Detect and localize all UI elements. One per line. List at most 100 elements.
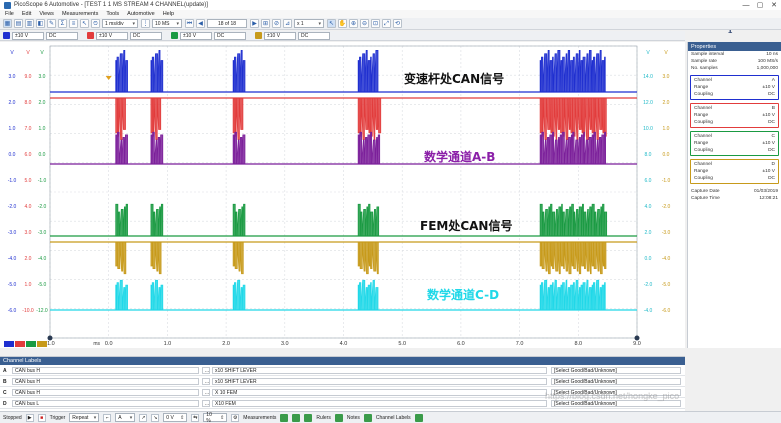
y-tick-label: -5.0: [662, 282, 671, 288]
samples-select[interactable]: 10 MS ▾: [152, 19, 182, 28]
zoom-region-icon[interactable]: ⊡: [371, 19, 380, 28]
channel-a-desc-input[interactable]: x10 SHIFT LEVER: [212, 367, 547, 374]
zoom-out-icon[interactable]: ⊖: [360, 19, 369, 28]
channel-b-name-select[interactable]: CAN bus H: [12, 378, 199, 385]
probe-icon[interactable]: ✎: [47, 19, 56, 28]
zoom-fit-icon[interactable]: ⤢: [382, 19, 391, 28]
channel-d-coupling[interactable]: DC: [298, 31, 330, 40]
y-tick-label: -3.0: [38, 230, 47, 236]
channel-d-desc-input[interactable]: X10 FEM: [212, 400, 547, 407]
menu-measurements[interactable]: Measurements: [62, 11, 98, 17]
channel-c-range[interactable]: ±10 V: [180, 31, 212, 40]
menu-tools[interactable]: Tools: [106, 11, 119, 17]
no-entry-icon[interactable]: ⊘: [272, 19, 281, 28]
pointer-icon[interactable]: ↖: [80, 19, 89, 28]
trigger-marker-icon[interactable]: [105, 76, 112, 80]
channel-d-swatch[interactable]: [255, 32, 262, 39]
notes-label[interactable]: Notes: [347, 415, 360, 421]
pretrigger-input[interactable]: 10 % ⇕: [203, 412, 228, 423]
channel-legend-swatch[interactable]: [37, 341, 47, 347]
channel-a-name-select[interactable]: CAN bus H: [12, 367, 199, 374]
channel-legend-swatch[interactable]: [26, 341, 36, 347]
reference-icon[interactable]: ≡: [69, 19, 78, 28]
channel-labels-toggle-icon[interactable]: [414, 413, 423, 422]
channel-a-swatch[interactable]: [3, 32, 10, 39]
properties-panel: Properties Sample interval 10 ns Sample r…: [687, 42, 781, 348]
more-icon[interactable]: …: [202, 378, 210, 385]
y-unit-label: V: [40, 50, 44, 56]
notes-toggle-icon[interactable]: [363, 413, 372, 422]
channel-c-desc-input[interactable]: X 10 FEM: [212, 389, 547, 396]
first-buffer-icon[interactable]: ⏮: [185, 19, 194, 28]
channel-d-range[interactable]: ±10 V: [264, 31, 296, 40]
channel-c-swatch[interactable]: [171, 32, 178, 39]
scope-mode-icon[interactable]: ▦: [3, 19, 12, 28]
trigger-level-input[interactable]: 0 V ⇕: [163, 413, 188, 422]
edit-measurement-icon[interactable]: [292, 413, 301, 422]
trigger-edge-icon[interactable]: ⌐: [103, 413, 112, 422]
maximize-button[interactable]: ▢: [753, 0, 767, 10]
minimize-button[interactable]: —: [739, 0, 753, 10]
math-icon[interactable]: Σ: [58, 19, 67, 28]
channel-b-status-select[interactable]: [Select Good/Bad/Unknown]: [551, 378, 681, 385]
channel-a-status-select[interactable]: [Select Good/Bad/Unknown]: [551, 367, 681, 374]
channel-setup-icon[interactable]: ◧: [36, 19, 45, 28]
zoom-in-icon[interactable]: ⊕: [349, 19, 358, 28]
add-measurement-icon[interactable]: [280, 413, 289, 422]
zoom-select[interactable]: x 1 ▾: [294, 19, 324, 28]
channel-c-coupling[interactable]: DC: [214, 31, 246, 40]
prev-buffer-icon[interactable]: ◀: [196, 19, 205, 28]
buffer-navigator[interactable]: 18 of 18: [207, 19, 247, 28]
close-button[interactable]: ✕: [767, 0, 781, 10]
ruler-handle-right[interactable]: [634, 335, 640, 341]
menu-edit[interactable]: Edit: [22, 11, 31, 17]
buffer-overview-icon[interactable]: ⊞: [261, 19, 270, 28]
trigger-channel-select[interactable]: A ▾: [115, 413, 136, 422]
stop-icon[interactable]: ■: [37, 413, 46, 422]
channel-d-name-select[interactable]: CAN bus L: [12, 400, 199, 407]
waveform-plot[interactable]: -1.0 0.0 1.0 2.0 3.0 4.0 5.0 6.0 7.0 8.0 9.0 ms 3.0 2…: [0, 42, 685, 348]
advanced-trigger-icon[interactable]: ⚙: [231, 413, 240, 422]
menu-automotive[interactable]: Automotive: [127, 11, 155, 17]
ruler-handle-left[interactable]: [47, 335, 53, 341]
rulers-toggle-icon[interactable]: [334, 413, 343, 422]
more-icon[interactable]: …: [202, 389, 210, 396]
channel-b-coupling[interactable]: DC: [130, 31, 162, 40]
channel-b-range[interactable]: ±10 V: [96, 31, 128, 40]
rising-edge-icon[interactable]: ↗: [139, 413, 148, 422]
ruler-icon[interactable]: ⊿: [283, 19, 292, 28]
channel-a-coupling[interactable]: DC: [46, 31, 78, 40]
channel-d-status-select[interactable]: [Select Good/Bad/Unknown]: [551, 400, 681, 407]
persistence-mode-icon[interactable]: ▤: [14, 19, 23, 28]
trigger-mode-select[interactable]: Repeat ▾: [69, 413, 100, 422]
menu-help[interactable]: Help: [163, 11, 174, 17]
status-bar: Stopped ▶ ■ Trigger Repeat ▾ ⌐ A ▾ ↗ ↘ 0 V…: [0, 411, 781, 423]
measurements-label[interactable]: Measurements: [243, 415, 276, 421]
zoom-reset-icon[interactable]: ⟲: [393, 19, 402, 28]
timebase-select[interactable]: 1 ms/div ▾: [102, 19, 138, 28]
select-tool-icon[interactable]: ↖: [327, 19, 336, 28]
hand-tool-icon[interactable]: ✋: [338, 19, 347, 28]
run-button[interactable]: ▶: [25, 413, 34, 422]
menu-file[interactable]: File: [5, 11, 14, 17]
menu-views[interactable]: Views: [39, 11, 54, 17]
channel-c-name-select[interactable]: CAN bus H: [12, 389, 199, 396]
channel-legend-swatch[interactable]: [15, 341, 25, 347]
falling-edge-icon[interactable]: ↘: [151, 413, 160, 422]
channel-labels-label[interactable]: Channel Labels: [376, 415, 411, 421]
rulers-label[interactable]: Rulers: [316, 415, 330, 421]
next-buffer-icon[interactable]: ▶: [250, 19, 259, 28]
timebase-icon[interactable]: ⏲: [91, 19, 100, 28]
samples-icon[interactable]: ⋮: [141, 19, 150, 28]
channel-legend-swatch[interactable]: [4, 341, 14, 347]
channel-b-desc-input[interactable]: x10 SHIFT LEVER: [212, 378, 547, 385]
channel-a-range[interactable]: ±10 V: [12, 31, 44, 40]
more-icon[interactable]: …: [202, 367, 210, 374]
scope-view[interactable]: -1.0 0.0 1.0 2.0 3.0 4.0 5.0 6.0 7.0 8.0 9.0 ms 3.0 2…: [0, 42, 685, 348]
more-icon[interactable]: …: [202, 400, 210, 407]
y-tick-label: -6.0: [8, 308, 17, 314]
delete-measurement-icon[interactable]: [304, 413, 313, 422]
pretrigger-icon[interactable]: ⇆: [191, 413, 200, 422]
channel-b-swatch[interactable]: [87, 32, 94, 39]
spectrum-mode-icon[interactable]: ▥: [25, 19, 34, 28]
